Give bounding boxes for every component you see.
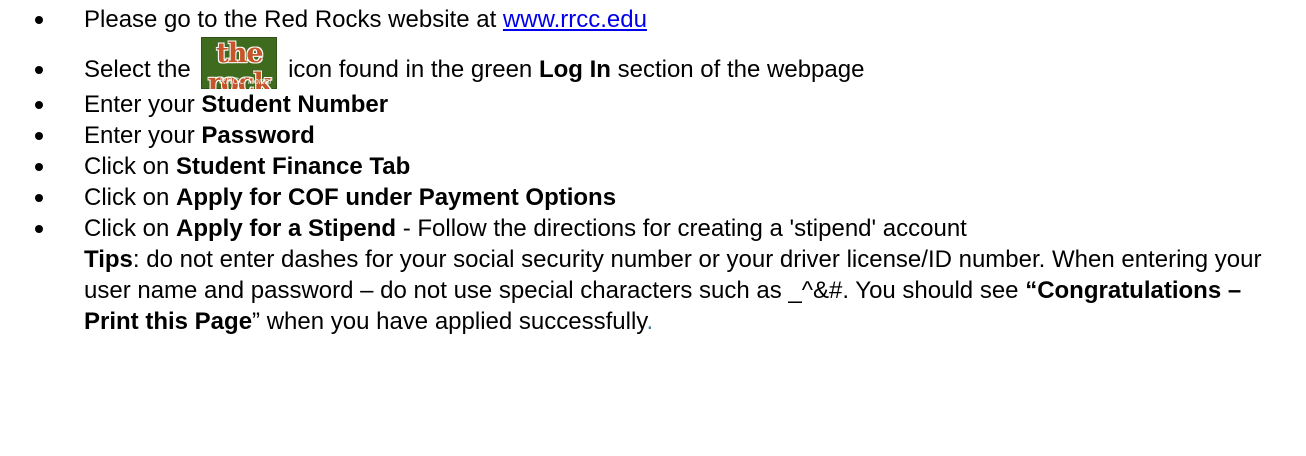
- bullet-icon: [35, 194, 43, 202]
- logo-subtitle: RRCC Portal: [219, 76, 272, 86]
- the-rock-logo-icon: the rock RRCC Portal: [201, 37, 278, 89]
- step-bold-text: Log In: [538, 56, 611, 83]
- step-text: - Follow the directions for creating a '…: [396, 215, 967, 242]
- step-text: Please go to the Red Rocks website at: [84, 6, 503, 33]
- step-select-rock-icon: Select the the rock RRCC Portal icon foun…: [0, 37, 1286, 89]
- step-visit-website: Please go to the Red Rocks website at ww…: [0, 4, 1286, 35]
- tips-text-end: ” when you have applied successfully: [252, 308, 647, 335]
- step-text: Enter your: [84, 91, 202, 118]
- step-text: Click on: [84, 153, 177, 180]
- step-text: Click on: [84, 215, 177, 242]
- tail-period: .: [646, 308, 654, 335]
- step-apply-cof: Click on Apply for COF under Payment Opt…: [0, 182, 1286, 213]
- bullet-icon: [35, 132, 43, 140]
- step-enter-student-number: Enter your Student Number: [0, 89, 1286, 120]
- bullet-icon: [35, 66, 43, 74]
- instructions-page: Please go to the Red Rocks website at ww…: [0, 4, 1306, 456]
- step-text: icon found in the green: [281, 56, 539, 83]
- rrcc-website-link[interactable]: www.rrcc.edu: [503, 6, 647, 33]
- step-apply-stipend: Click on Apply for a Stipend - Follow th…: [0, 213, 1286, 337]
- step-text: Select the: [84, 56, 198, 83]
- instructions-list: Please go to the Red Rocks website at ww…: [0, 4, 1286, 337]
- step-bold-text: Student Number: [201, 91, 389, 118]
- step-bold-text: Student Finance Tab: [176, 153, 411, 180]
- bullet-icon: [35, 101, 43, 109]
- tips-label: Tips: [84, 246, 133, 273]
- step-student-finance-tab: Click on Student Finance Tab: [0, 151, 1286, 182]
- bullet-icon: [35, 225, 43, 233]
- bullet-icon: [35, 16, 43, 24]
- step-bold-text: Password: [201, 122, 315, 149]
- step-enter-password: Enter your Password: [0, 120, 1286, 151]
- step-bold-text: Apply for a Stipend: [176, 215, 397, 242]
- bullet-icon: [35, 163, 43, 171]
- step-bold-text: Apply for COF under Payment Options: [176, 184, 617, 211]
- step-text: section of the webpage: [610, 56, 865, 83]
- step-text: Enter your: [84, 122, 202, 149]
- step-text: Click on: [84, 184, 177, 211]
